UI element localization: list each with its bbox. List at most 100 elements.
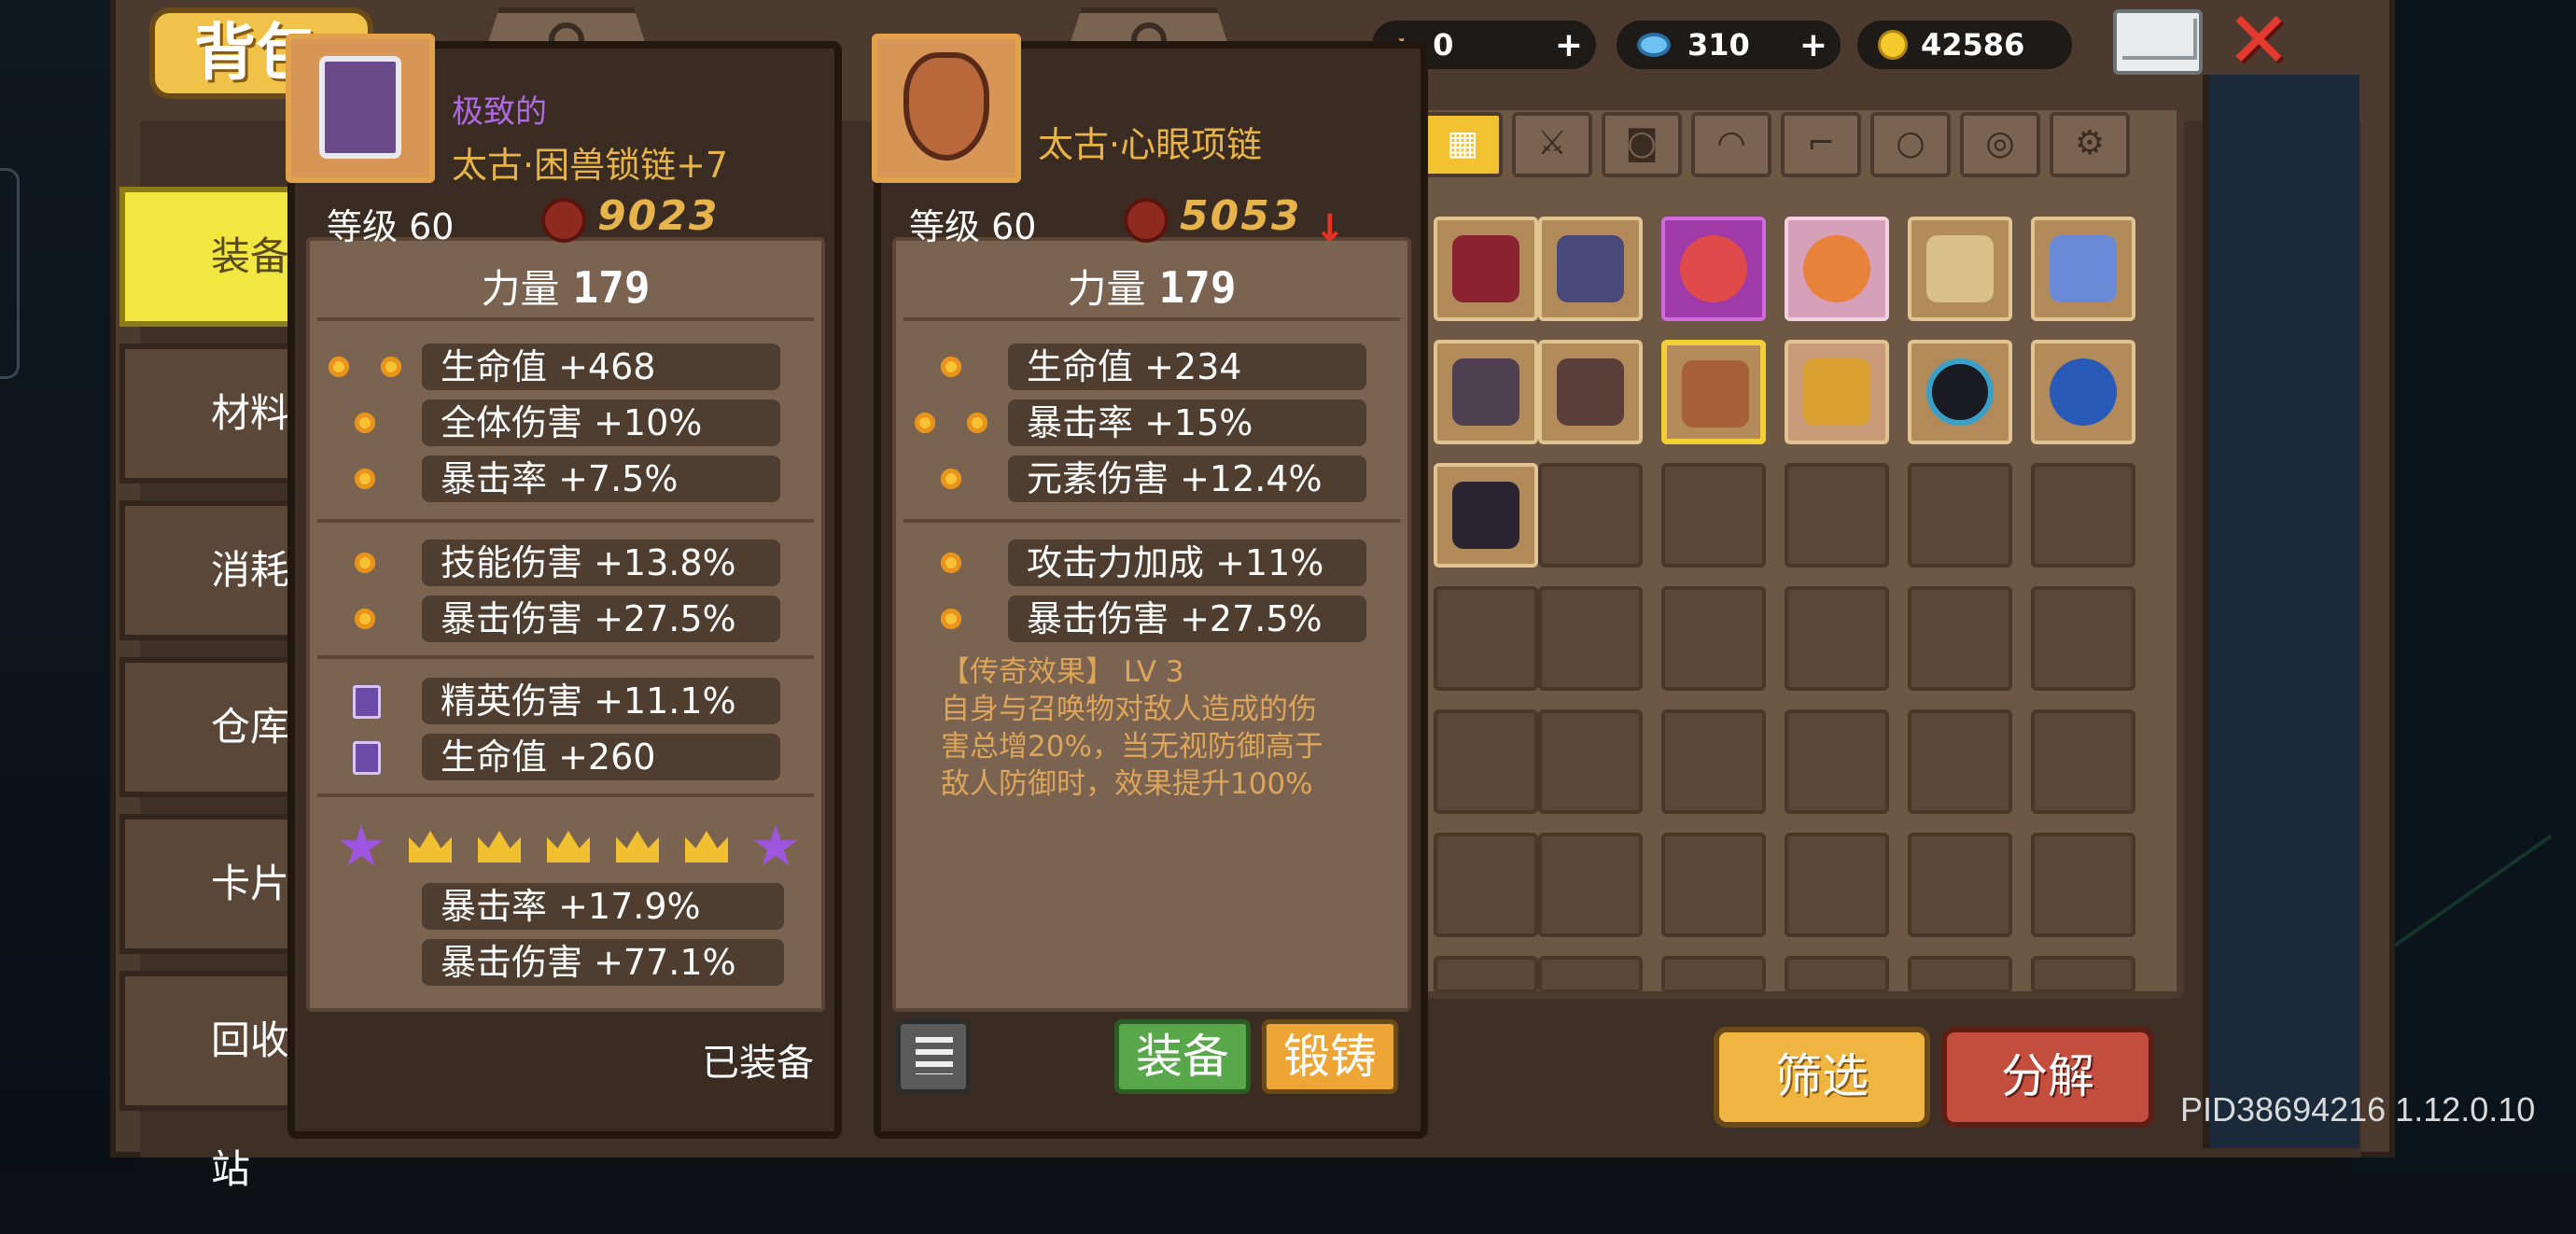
filter-armor-icon[interactable]: ◙: [1602, 112, 1682, 177]
filter-necklace-icon[interactable]: ○: [1870, 112, 1951, 177]
inventory-slot-empty[interactable]: [1538, 956, 1643, 993]
stat-line: 暴击伤害 +27.5%: [1008, 596, 1366, 642]
add-arrows-button[interactable]: +: [1555, 26, 1583, 64]
inventory-slot[interactable]: [1434, 217, 1538, 321]
gold-coin-icon: [1878, 30, 1908, 60]
purple-star-icon: ★: [336, 814, 386, 879]
blue-ring-item-icon: [2050, 358, 2117, 426]
inventory-slot-empty[interactable]: [1661, 709, 1766, 814]
sun-rune-icon: [349, 407, 381, 439]
inventory-slot[interactable]: [2031, 217, 2135, 321]
inventory-slot-empty[interactable]: [1908, 833, 2012, 937]
inventory-slot-empty[interactable]: [1785, 586, 1889, 691]
inventory-slot-empty[interactable]: [2031, 463, 2135, 568]
filter-weapon-icon[interactable]: ⚔: [1512, 112, 1592, 177]
close-button[interactable]: ✕: [2221, 1, 2296, 79]
bonus-stat-line: 暴击伤害 +77.1%: [422, 939, 784, 986]
inventory-slot-empty[interactable]: [1785, 833, 1889, 937]
inventory-slot-empty[interactable]: [1661, 956, 1766, 993]
inventory-slot[interactable]: [1785, 217, 1889, 321]
inventory-slot-empty[interactable]: [2031, 709, 2135, 814]
inventory-slot-empty[interactable]: [1538, 833, 1643, 937]
sun-rune-icon: [349, 547, 381, 579]
strength-value: 179: [1158, 262, 1237, 313]
strength-label: 力量: [1067, 266, 1146, 312]
divider: [317, 519, 814, 523]
strength-line: 力量 179: [315, 258, 816, 315]
sun-rune-icon: [935, 547, 967, 579]
inventory-slot[interactable]: [1661, 217, 1766, 321]
inventory-slot-empty[interactable]: [1434, 586, 1538, 691]
screen-edge-handle: [0, 168, 20, 379]
inventory-slot[interactable]: [1538, 340, 1643, 444]
sun-rune-icon: [349, 463, 381, 495]
item-power: 9023: [597, 192, 720, 240]
arrows-count: 0: [1433, 27, 1454, 63]
inventory-slot-empty[interactable]: [2031, 586, 2135, 691]
armor-item-icon: [1557, 235, 1624, 302]
filter-button[interactable]: 筛选: [1714, 1027, 1930, 1128]
staff-item-icon: [1803, 235, 1870, 302]
inventory-slot-empty[interactable]: [1434, 956, 1538, 993]
mail-icon[interactable]: [2113, 9, 2203, 75]
inventory-slot-empty[interactable]: [1908, 956, 2012, 993]
inventory-slot-empty[interactable]: [2031, 956, 2135, 993]
filter-all-icon[interactable]: ▦: [1422, 112, 1503, 177]
add-gems-button[interactable]: +: [1799, 26, 1827, 64]
bag-right-edge: [2203, 75, 2359, 1148]
inventory-slot[interactable]: [1434, 463, 1538, 568]
inventory-slot-empty[interactable]: [1661, 586, 1766, 691]
inventory-slot-empty[interactable]: [1538, 463, 1643, 568]
inventory-slot-empty[interactable]: [1785, 463, 1889, 568]
details-list-button[interactable]: [896, 1019, 971, 1094]
item-name: 太古·心眼项链: [1038, 124, 1263, 165]
item-name: 太古·困兽锁链+7: [452, 145, 729, 186]
inventory-slot-empty[interactable]: [1661, 463, 1766, 568]
inventory-slot[interactable]: [1538, 217, 1643, 321]
inventory-slot[interactable]: [1908, 340, 2012, 444]
gold-wing-item-icon: [1803, 358, 1870, 426]
sun-rune-icon: [909, 407, 941, 439]
inventory-slot-empty[interactable]: [1661, 833, 1766, 937]
inventory-slot[interactable]: [1785, 340, 1889, 444]
gold-count: 42586: [1921, 27, 2025, 63]
crown-icon: [679, 820, 734, 874]
helmet-item-icon: [1452, 235, 1519, 302]
inventory-slot[interactable]: [2031, 340, 2135, 444]
forge-button[interactable]: 锻铸: [1262, 1019, 1398, 1094]
crown-icon: [610, 820, 665, 874]
inventory-slot-empty[interactable]: [1908, 463, 2012, 568]
necklace-item-icon: [1682, 360, 1749, 428]
inventory-slot-empty[interactable]: [2031, 833, 2135, 937]
orb-item-icon: [1680, 235, 1747, 302]
sun-rune-icon: [323, 351, 355, 383]
inventory-slot-empty[interactable]: [1908, 709, 2012, 814]
power-icon: [1124, 198, 1169, 243]
inventory-slot-empty[interactable]: [1785, 709, 1889, 814]
inventory-slot-empty[interactable]: [1538, 586, 1643, 691]
decompose-button[interactable]: 分解: [1941, 1027, 2154, 1128]
inventory-slot-empty[interactable]: [1785, 956, 1889, 993]
chain-item-icon: [286, 34, 435, 183]
item-quality: 极致的: [452, 93, 547, 131]
wing-item-icon: [1926, 235, 1994, 302]
strength-label: 力量: [481, 266, 560, 312]
filter-helmet-icon[interactable]: ◠: [1691, 112, 1771, 177]
inventory-slot-empty[interactable]: [1538, 709, 1643, 814]
inventory-slot-empty[interactable]: [1908, 586, 2012, 691]
strength-value: 179: [572, 262, 651, 313]
filter-settings-icon[interactable]: ⚙: [2050, 112, 2130, 177]
filter-ring-icon[interactable]: ◎: [1960, 112, 2040, 177]
inventory-slot[interactable]: [1434, 340, 1538, 444]
inventory-slot-selected[interactable]: [1661, 340, 1766, 444]
equip-button[interactable]: 装备: [1114, 1019, 1251, 1094]
equipped-label: 已装备: [702, 1042, 814, 1085]
power-down-arrow-icon: ↓: [1314, 207, 1346, 250]
crown-icon: [541, 820, 595, 874]
inventory-slot-empty[interactable]: [1434, 709, 1538, 814]
stat-line: 技能伤害 +13.8%: [422, 540, 780, 586]
filter-boots-icon[interactable]: ⌐: [1781, 112, 1861, 177]
inventory-slot-empty[interactable]: [1434, 833, 1538, 937]
inventory-slot[interactable]: [1908, 217, 2012, 321]
currency-gems: 310 +: [1617, 21, 1841, 69]
